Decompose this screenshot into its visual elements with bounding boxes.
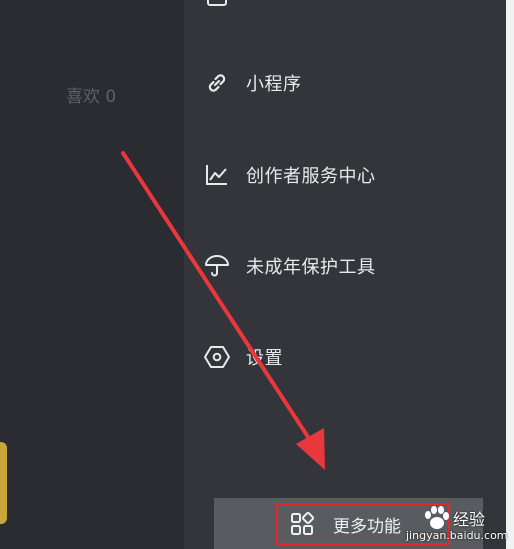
menu-item-partial[interactable] <box>204 0 230 18</box>
menu-item-label: 设置 <box>246 348 283 369</box>
screen-edge <box>506 0 514 549</box>
watermark-url: jingyan.baidu.com <box>406 529 508 542</box>
watermark-title: 经验 <box>453 510 486 529</box>
umbrella-icon <box>204 253 230 279</box>
profile-pane: 喜欢 0 <box>0 0 184 549</box>
side-tab[interactable] <box>0 442 7 524</box>
menu-item-minor-protection[interactable]: 未成年保护工具 <box>204 246 376 286</box>
hexagon-settings-icon <box>204 344 230 370</box>
grid-icon <box>289 511 315 537</box>
more-features-label: 更多功能 <box>333 516 401 537</box>
chart-icon <box>204 162 230 188</box>
likes-count[interactable]: 喜欢 0 <box>66 82 116 107</box>
menu-item-mini-program[interactable]: 小程序 <box>204 63 302 103</box>
menu-item-creator-center[interactable]: 创作者服务中心 <box>204 155 376 195</box>
menu-item-label: 小程序 <box>246 74 302 95</box>
menu-item-settings[interactable]: 设置 <box>204 337 283 377</box>
baidu-watermark: 经验 jingyan.baidu.com <box>404 500 514 549</box>
menu-item-label: 创作者服务中心 <box>246 166 376 187</box>
box-icon <box>204 0 230 11</box>
link-icon <box>204 70 230 96</box>
menu-item-label: 未成年保护工具 <box>246 257 376 278</box>
